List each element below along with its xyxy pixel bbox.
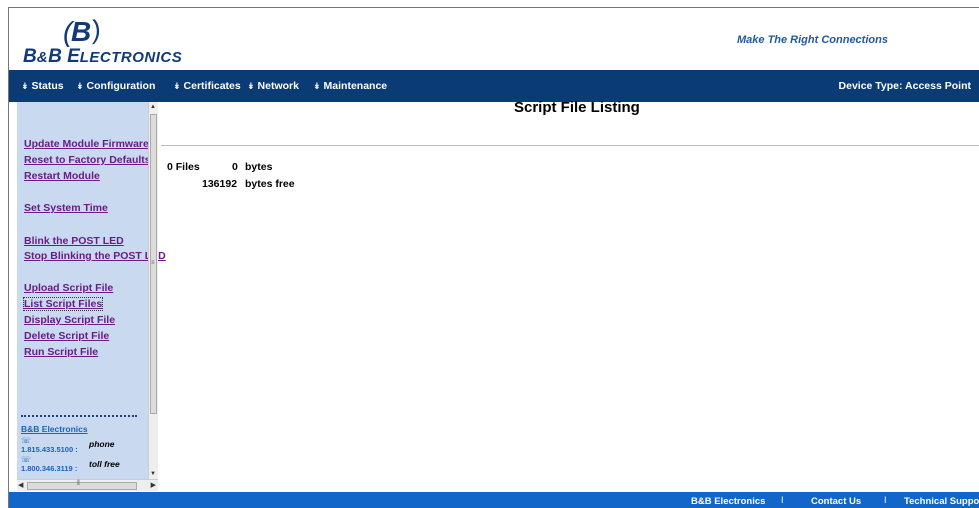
device-type: Device Type: Access Point	[838, 80, 971, 92]
sidebar-link-stop-blinking-post-led[interactable]: Stop Blinking the POST LED	[24, 250, 166, 262]
phone-icon: ☏	[21, 436, 32, 445]
sidebar-link-set-system-time[interactable]: Set System Time	[24, 202, 108, 214]
tollfree-icon: ☏	[21, 455, 32, 464]
sidebar: Update Module Firmware Reset to Factory …	[17, 102, 166, 479]
nav-network[interactable]: ↡ Network	[247, 80, 299, 92]
arrow-icon: ↡	[173, 81, 181, 91]
nav-certificates[interactable]: ↡ Certificates	[173, 80, 241, 92]
footer-separator: I	[781, 495, 784, 505]
bb-electronics-logo[interactable]: ( B ) B&B ELECTRONICS	[23, 13, 233, 68]
sidebar-link-display-script-file[interactable]: Display Script File	[24, 314, 115, 326]
arrow-icon: ↡	[247, 81, 255, 91]
sidebar-link-restart-module[interactable]: Restart Module	[24, 170, 100, 182]
sidebar-link-run-script-file[interactable]: Run Script File	[24, 346, 98, 358]
phone-number: 1.815.433.5100 :	[21, 445, 78, 454]
nav-configuration[interactable]: ↡ Configuration	[76, 80, 155, 92]
sidebar-link-list-script-files[interactable]: List Script Files	[22, 297, 104, 311]
nav-status[interactable]: ↡ Status	[21, 80, 64, 92]
arrow-icon: ↡	[21, 81, 29, 91]
scroll-grip-icon: ≡	[151, 260, 155, 266]
scroll-down-icon[interactable]: ▼	[150, 471, 156, 477]
scroll-right-icon[interactable]: ▶	[151, 481, 156, 489]
arrow-icon: ↡	[313, 81, 321, 91]
sidebar-link-upload-script-file[interactable]: Upload Script File	[24, 282, 113, 294]
sidebar-divider	[21, 415, 137, 417]
sidebar-horizontal-scrollbar[interactable]: ◀ ‖ ▶	[17, 479, 158, 491]
footer-link-contact-us[interactable]: Contact Us	[811, 496, 861, 507]
nav-maintenance[interactable]: ↡ Maintenance	[313, 80, 387, 92]
sidebar-link-delete-script-file[interactable]: Delete Script File	[24, 330, 109, 342]
footer-separator: I	[884, 495, 887, 505]
title-divider	[161, 145, 979, 146]
free-bytes-value: 136192	[202, 178, 238, 190]
hscrollbar-thumb[interactable]	[27, 482, 137, 490]
arrow-icon: ↡	[76, 81, 84, 91]
files-count: 0 Files	[167, 161, 200, 173]
scroll-up-icon[interactable]: ▲	[150, 104, 156, 110]
header: ( B ) B&B ELECTRONICS Make The Right Con…	[9, 8, 979, 70]
free-bytes-label: bytes free	[245, 178, 295, 190]
bytes-label: bytes	[245, 161, 273, 173]
tollfree-number: 1.800.346.3119 :	[21, 464, 78, 473]
footer-link-technical-support[interactable]: Technical Support	[904, 496, 979, 507]
hscroll-grip-icon: ‖	[77, 480, 80, 487]
page-frame: ( B ) B&B ELECTRONICS Make The Right Con…	[8, 7, 979, 508]
logo-mark: B	[71, 16, 92, 47]
top-nav: ↡ Status ↡ Configuration ↡ Certificates ↡ Ne…	[9, 70, 979, 102]
tagline: Make The Right Connections	[737, 34, 888, 46]
footer-link-bb-electronics[interactable]: B&B Electronics	[691, 496, 765, 507]
sidebar-link-reset-factory-defaults[interactable]: Reset to Factory Defaults	[24, 154, 151, 166]
bytes-value: 0	[232, 161, 238, 173]
logo-paren-right: )	[89, 13, 104, 45]
sidebar-company-link[interactable]: B&B Electronics	[21, 424, 88, 434]
phone-label: phone	[89, 439, 115, 449]
sidebar-link-blink-post-led[interactable]: Blink the POST LED	[24, 235, 124, 247]
page-title: Script File Listing	[514, 99, 640, 116]
sidebar-vertical-scrollbar[interactable]: ▲ ≡ ▼	[148, 102, 158, 479]
sidebar-link-update-module-firmware[interactable]: Update Module Firmware	[24, 138, 149, 150]
logo-wordmark: B&B ELECTRONICS	[23, 46, 183, 67]
scroll-left-icon[interactable]: ◀	[18, 481, 23, 489]
tollfree-label: toll free	[89, 459, 120, 469]
footer: B&B Electronics I Contact Us I Technical…	[9, 492, 979, 508]
